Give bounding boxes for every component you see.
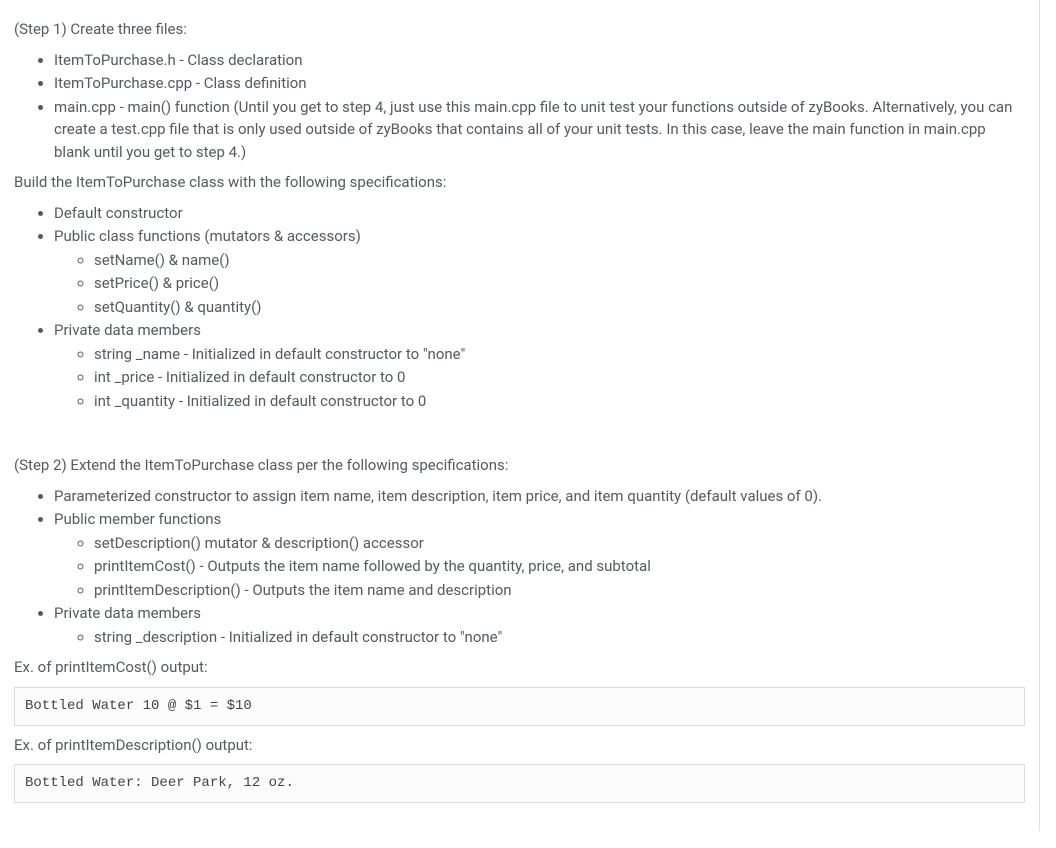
list-item: ItemToPurchase.cpp - Class definition <box>54 72 1025 95</box>
step1-specs-list: Default constructor Public class functio… <box>14 202 1025 413</box>
step2-private-list: string _description - Initialized in def… <box>54 626 1025 649</box>
step1-intro: (Step 1) Create three files: <box>14 18 1025 41</box>
list-item-label: Public member functions <box>54 510 221 528</box>
list-item-label: Public class functions (mutators & acces… <box>54 227 361 245</box>
list-item: main.cpp - main() function (Until you ge… <box>54 96 1025 164</box>
list-item: Private data members string _name - Init… <box>54 319 1025 412</box>
step1-build-intro: Build the ItemToPurchase class with the … <box>14 171 1025 194</box>
list-item: string _name - Initialized in default co… <box>94 343 1025 366</box>
step1-private-list: string _name - Initialized in default co… <box>54 343 1025 413</box>
example-cost-label: Ex. of printItemCost() output: <box>14 656 1025 679</box>
example-cost-output: Bottled Water 10 @ $1 = $10 <box>14 687 1025 726</box>
list-item: int _price - Initialized in default cons… <box>94 366 1025 389</box>
list-item: setPrice() & price() <box>94 272 1025 295</box>
list-item-label: Private data members <box>54 321 201 339</box>
list-item: int _quantity - Initialized in default c… <box>94 390 1025 413</box>
list-item: printItemCost() - Outputs the item name … <box>94 555 1025 578</box>
step2-intro: (Step 2) Extend the ItemToPurchase class… <box>14 454 1025 477</box>
list-item: Public member functions setDescription()… <box>54 508 1025 601</box>
list-item: ItemToPurchase.h - Class declaration <box>54 49 1025 72</box>
step2-specs-list: Parameterized constructor to assign item… <box>14 485 1025 649</box>
list-item: printItemDescription() - Outputs the ite… <box>94 579 1025 602</box>
list-item: string _description - Initialized in def… <box>94 626 1025 649</box>
spacer <box>14 418 1025 446</box>
list-item: Parameterized constructor to assign item… <box>54 485 1025 508</box>
step2-public-fns-list: setDescription() mutator & description()… <box>54 532 1025 602</box>
step1-files-list: ItemToPurchase.h - Class declaration Ite… <box>14 49 1025 164</box>
document-content: (Step 1) Create three files: ItemToPurch… <box>0 0 1040 831</box>
list-item: Private data members string _description… <box>54 602 1025 648</box>
example-desc-output: Bottled Water: Deer Park, 12 oz. <box>14 764 1025 803</box>
list-item: setDescription() mutator & description()… <box>94 532 1025 555</box>
list-item: setQuantity() & quantity() <box>94 296 1025 319</box>
example-desc-label: Ex. of printItemDescription() output: <box>14 734 1025 757</box>
step1-public-fns-list: setName() & name() setPrice() & price() … <box>54 249 1025 319</box>
list-item: Public class functions (mutators & acces… <box>54 225 1025 318</box>
list-item: Default constructor <box>54 202 1025 225</box>
list-item-label: Private data members <box>54 604 201 622</box>
list-item: setName() & name() <box>94 249 1025 272</box>
